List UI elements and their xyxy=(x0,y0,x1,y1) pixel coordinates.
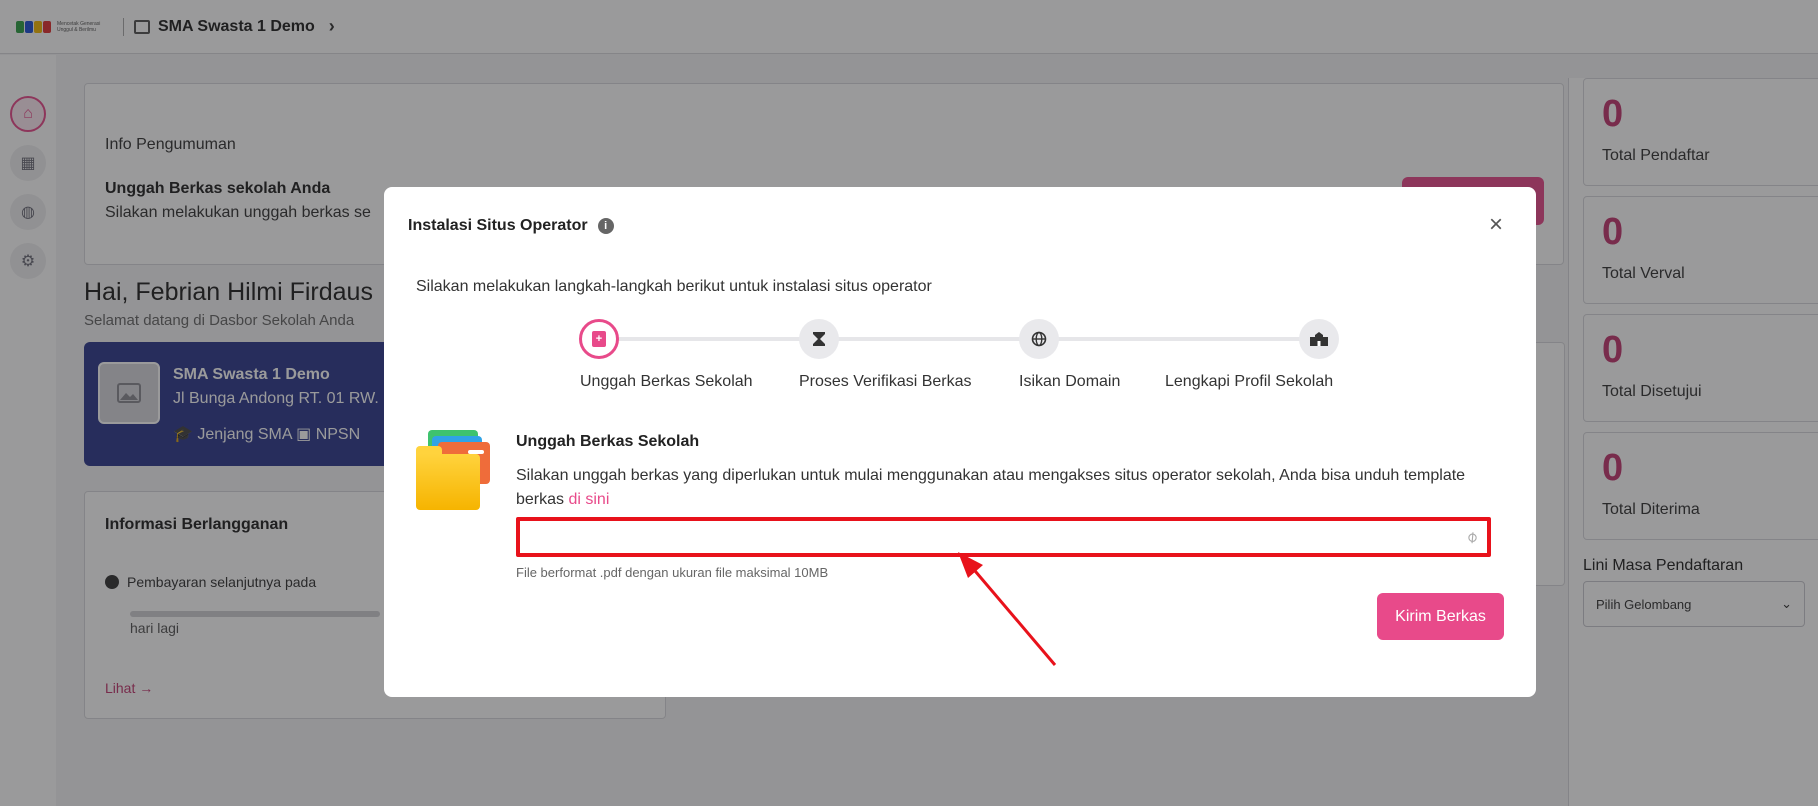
close-icon[interactable]: × xyxy=(1484,213,1508,237)
globe-icon xyxy=(1031,331,1047,347)
install-operator-modal: Instalasi Situs Operator i × Silakan mel… xyxy=(384,187,1536,697)
submit-files-label: Kirim Berkas xyxy=(1395,607,1486,625)
info-icon[interactable]: i xyxy=(597,218,614,234)
step-1-file-upload-icon: + xyxy=(579,319,619,359)
modal-intro: Silakan melakukan langkah-langkah beriku… xyxy=(416,278,932,295)
upload-description-text: Silakan unggah berkas yang diperlukan un… xyxy=(516,467,1466,508)
upload-hint: File berformat .pdf dengan ukuran file m… xyxy=(516,565,829,580)
modal-title-text: Instalasi Situs Operator xyxy=(408,217,588,234)
file-upload-input[interactable]: ⌀ xyxy=(516,517,1491,557)
step-4-label: Lengkapi Profil Sekolah xyxy=(1165,373,1334,390)
step-1-label: Unggah Berkas Sekolah xyxy=(580,373,753,390)
step-3-globe-icon xyxy=(1019,319,1059,359)
step-2-label: Proses Verifikasi Berkas xyxy=(799,373,972,390)
submit-files-button[interactable]: Kirim Berkas xyxy=(1377,593,1504,640)
paperclip-icon[interactable]: ⌀ xyxy=(1462,526,1482,548)
upload-description: Silakan unggah berkas yang diperlukan un… xyxy=(516,464,1491,512)
hourglass-icon xyxy=(813,332,825,346)
file-upload-icon: + xyxy=(592,331,606,347)
step-2-hourglass-icon xyxy=(799,319,839,359)
folder-illustration-icon xyxy=(416,430,496,512)
template-download-link[interactable]: di sini xyxy=(568,491,609,508)
modal-title: Instalasi Situs Operator i xyxy=(408,217,614,235)
upload-title: Unggah Berkas Sekolah xyxy=(516,433,700,450)
step-3-label: Isikan Domain xyxy=(1019,373,1121,390)
stepper-track xyxy=(599,337,1324,341)
school-icon xyxy=(1310,332,1328,346)
step-4-school-icon xyxy=(1299,319,1339,359)
